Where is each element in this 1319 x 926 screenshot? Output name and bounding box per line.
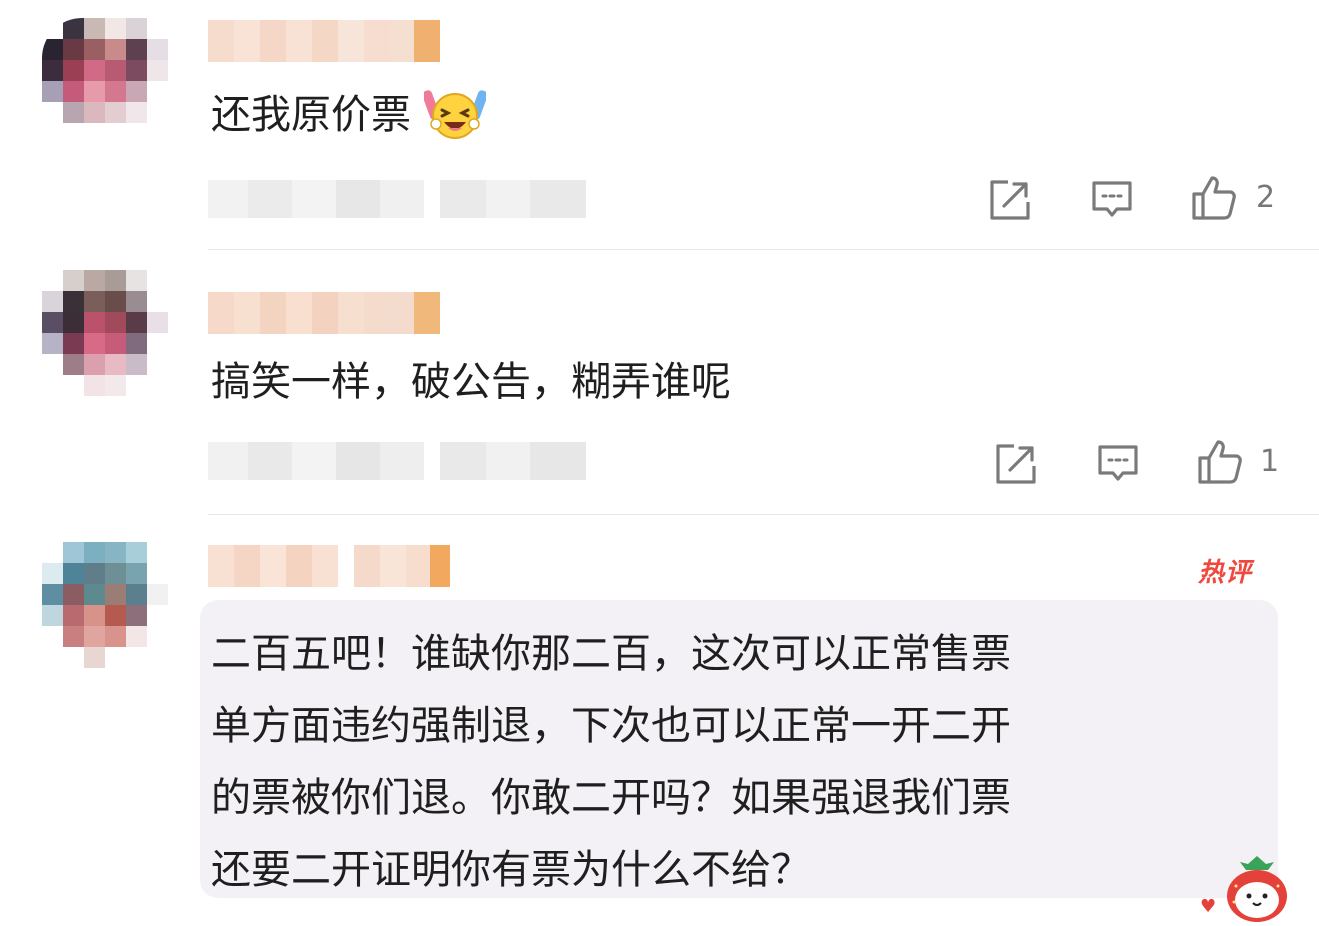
comment-bubble-icon [1092,181,1132,217]
comment-text-line: 二百五吧！谁缺你那二百，这次可以正常售票 [211,631,1011,677]
comment-text: 二百五吧！谁缺你那二百，这次可以正常售票 单方面违约强制退，下次也可以正常一开二… [211,618,1011,906]
like-button[interactable]: 1 [1196,438,1286,484]
comment-item-1: 还我原价票 2 [0,0,1319,250]
thumbs-up-icon [1192,176,1236,220]
avatar[interactable] [42,270,168,396]
heart-icon: ♥ [1200,896,1217,917]
username-redacted[interactable] [208,20,440,62]
laughing-with-glowsticks-emoji-icon [422,86,488,140]
username-redacted[interactable] [208,292,440,334]
like-button[interactable]: 2 [1190,174,1280,220]
hot-comment-badge: 热评 [1198,558,1253,588]
avatar-mosaic [42,270,168,396]
avatar-mosaic [42,542,168,668]
strawberry-mascot-icon [1222,856,1292,922]
share-icon [996,444,1036,484]
reply-button[interactable] [1090,178,1134,222]
share-button[interactable] [988,178,1032,222]
comment-meta-redacted [208,180,586,218]
avatar-mosaic [42,18,168,144]
like-count: 1 [1260,444,1280,479]
avatar[interactable] [42,18,168,144]
share-icon [990,180,1030,220]
comment-item-2: 搞笑一样，破公告，糊弄谁呢 1 [0,250,1319,515]
username-redacted[interactable] [208,545,460,587]
avatar[interactable] [42,542,168,682]
comment-bubble-icon [1098,445,1138,481]
reply-button[interactable] [1096,442,1140,486]
comment-text-line: 还要二开证明你有票为什么不给？ [211,847,811,893]
comment-text-content: 还我原价票 [211,92,411,138]
comment-text: 搞笑一样，破公告，糊弄谁呢 [211,359,731,405]
like-count: 2 [1256,180,1276,215]
comment-text: 还我原价票 [211,90,488,144]
comment-meta-redacted [208,442,586,480]
comment-text-line: 的票被你们退。你敢二开吗？如果强退我们票 [211,775,1011,821]
comment-text-line: 单方面违约强制退，下次也可以正常一开二开 [211,703,1011,749]
share-button[interactable] [994,442,1038,486]
thumbs-up-icon [1198,440,1242,484]
